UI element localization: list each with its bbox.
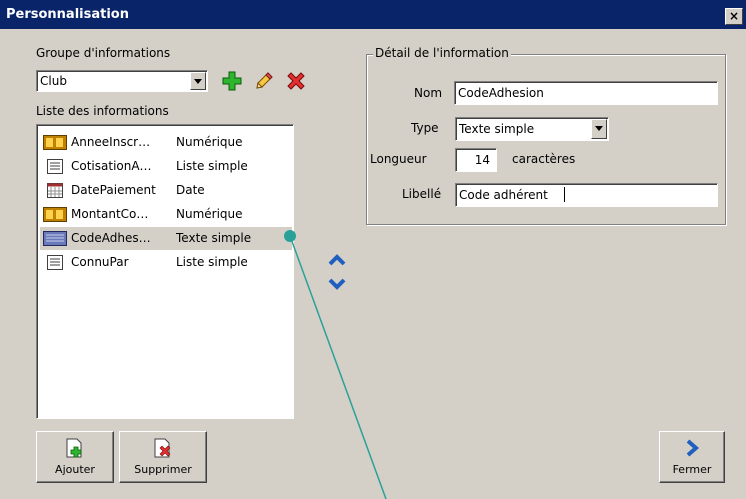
annotation-pointer (284, 230, 387, 499)
personnalisation-dialog: Personnalisation × Groupe d'informations… (0, 0, 746, 499)
